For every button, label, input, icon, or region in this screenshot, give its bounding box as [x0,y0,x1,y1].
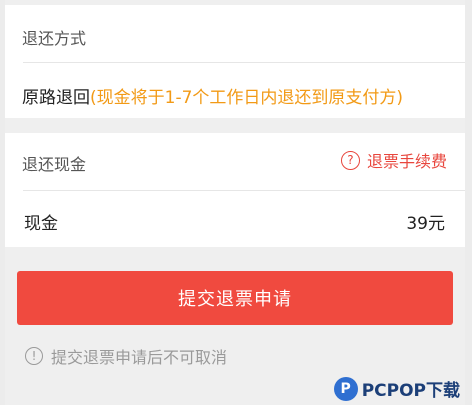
refund-cash-card: 退还现金 ? 退票手续费 现金 39元 [5,133,465,247]
cancel-notice: ! 提交退票申请后不可取消 [25,344,227,368]
cancel-notice-text: 提交退票申请后不可取消 [51,348,228,367]
refund-method-option-note: (现金将于1-7个工作日内退还到原支付方) [90,88,404,108]
watermark-text: PCPOP下载 [361,381,460,401]
refund-method-card: 退还方式 原路退回(现金将于1-7个工作日内退还到原支付方) [5,5,465,118]
question-icon: ? [340,150,360,170]
divider [23,190,465,191]
pcpop-logo-icon: P [333,376,358,401]
refund-method-option[interactable]: 原路退回(现金将于1-7个工作日内退还到原支付方) [22,83,472,108]
submit-refund-button[interactable]: 提交退票申请 [17,271,453,325]
refund-method-option-label: 原路退回 [22,88,90,108]
cash-amount: 39元 [406,214,445,234]
divider [23,62,465,63]
refund-page: 退还方式 原路退回(现金将于1-7个工作日内退还到原支付方) 退还现金 ? 退票… [5,0,465,405]
cash-label: 现金 [24,214,58,234]
info-icon: ! [25,347,43,365]
refund-method-title: 退还方式 [22,29,87,48]
watermark-logo: P PCPOP下载 [333,376,460,401]
refund-fee-link[interactable]: ? 退票手续费 [340,148,447,172]
refund-fee-label: 退票手续费 [366,152,447,171]
